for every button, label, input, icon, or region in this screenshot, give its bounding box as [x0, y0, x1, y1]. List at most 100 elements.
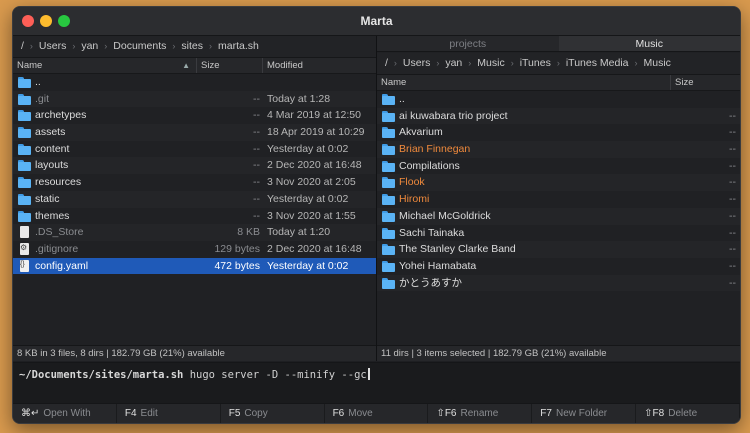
table-row[interactable]: resources -- 3 Nov 2020 at 2:05	[13, 174, 376, 191]
fkey-edit-button[interactable]: F4 Edit	[117, 404, 221, 423]
breadcrumb-item[interactable]: sites	[181, 40, 203, 52]
folder-icon	[382, 227, 395, 239]
breadcrumb-item[interactable]: iTunes Media	[566, 57, 629, 69]
chevron-right-icon: ›	[72, 41, 76, 51]
table-row[interactable]: ai kuwabara trio project --	[377, 107, 740, 125]
breadcrumb-item[interactable]: Users	[39, 40, 66, 52]
breadcrumb-item[interactable]: Users	[403, 57, 430, 69]
tab-projects[interactable]: projects	[377, 36, 559, 52]
chevron-right-icon: ›	[436, 58, 440, 68]
breadcrumb-item[interactable]: Music	[644, 57, 671, 69]
file-name: Michael McGoldrick	[399, 209, 491, 222]
folder-body	[18, 212, 31, 222]
folder-icon	[382, 277, 395, 289]
file-name: archetypes	[35, 109, 87, 122]
table-row[interactable]: .gitignore 129 bytes 2 Dec 2020 at 16:48	[13, 240, 376, 258]
table-row[interactable]: .DS_Store 8 KB Today at 1:20	[13, 224, 376, 241]
column-size-header[interactable]: Size	[671, 75, 740, 90]
fkey-move-button[interactable]: F6 Move	[325, 404, 429, 423]
table-row[interactable]: static -- Yesterday at 0:02	[13, 190, 376, 208]
column-name-label: Name	[381, 77, 407, 88]
file-modified: Yesterday at 0:02	[267, 142, 349, 155]
table-row[interactable]: Sachi Tainaka --	[377, 225, 740, 242]
folder-icon	[18, 110, 31, 122]
tab-music[interactable]: Music	[558, 36, 740, 52]
table-row[interactable]: config.yaml 472 bytes Yesterday at 0:02	[13, 257, 376, 275]
table-row[interactable]: Flook --	[377, 174, 740, 192]
table-row[interactable]: Brian Finnegan --	[377, 141, 740, 158]
column-modified-header[interactable]: Modified	[263, 58, 376, 73]
fkey-shortcut: F7	[540, 408, 552, 419]
column-name-header[interactable]: Name ▲	[13, 58, 197, 73]
column-size-header[interactable]: Size	[197, 58, 263, 73]
table-row[interactable]: Yohei Hamabata --	[377, 258, 740, 275]
table-row[interactable]: Compilations --	[377, 158, 740, 175]
console-input[interactable]: ~/Documents/sites/marta.sh hugo server -…	[19, 368, 370, 381]
table-row[interactable]: Michael McGoldrick --	[377, 207, 740, 225]
breadcrumb-item[interactable]: yan	[445, 57, 462, 69]
yaml-file-icon	[18, 257, 31, 273]
fkey-open-with-button[interactable]: ⌘↵ Open With	[13, 404, 117, 423]
folder-icon	[18, 210, 31, 222]
table-row[interactable]: かとうあすか --	[377, 274, 740, 292]
fkey-label: Move	[348, 408, 373, 419]
table-row[interactable]: Hiromi --	[377, 191, 740, 208]
chevron-right-icon: ›	[393, 58, 397, 68]
file-size: --	[253, 209, 260, 222]
file-size: 472 bytes	[214, 259, 260, 272]
sort-up-icon: ▲	[182, 61, 190, 70]
title-bar[interactable]: Marta	[13, 7, 740, 36]
chevron-right-icon: ›	[468, 58, 472, 68]
folder-icon	[382, 244, 395, 256]
table-row[interactable]: The Stanley Clarke Band --	[377, 241, 740, 258]
table-row[interactable]: assets -- 18 Apr 2019 at 10:29	[13, 124, 376, 141]
folder-body	[18, 145, 31, 155]
table-row[interactable]: ..	[377, 91, 740, 108]
breadcrumb-item[interactable]: marta.sh	[218, 40, 259, 52]
file-name: Yohei Hamabata	[399, 259, 477, 272]
breadcrumb-item[interactable]: /	[21, 40, 24, 52]
breadcrumb-item[interactable]: /	[385, 57, 388, 69]
column-name-label: Name	[17, 60, 43, 71]
console[interactable]: ~/Documents/sites/marta.sh hugo server -…	[13, 362, 740, 403]
table-row[interactable]: archetypes -- 4 Mar 2019 at 12:50	[13, 107, 376, 124]
file-name: content	[35, 142, 70, 155]
file-name: assets	[35, 126, 66, 139]
fkey-label: Open With	[43, 408, 91, 419]
table-row[interactable]: Akvarium --	[377, 124, 740, 141]
breadcrumb-item[interactable]: Documents	[113, 40, 166, 52]
folder-body	[18, 179, 31, 189]
file-name: .git	[35, 92, 50, 105]
left-pane[interactable]: / › Users › yan › Documents › sites › marta.sh Nam…	[13, 36, 376, 361]
document-shape	[20, 226, 29, 239]
fkey-copy-button[interactable]: F5 Copy	[221, 404, 325, 423]
breadcrumb-item[interactable]: Music	[477, 57, 504, 69]
chevron-right-icon: ›	[510, 58, 514, 68]
fkey-new-folder-button[interactable]: F7 New Folder	[532, 404, 637, 423]
right-pane[interactable]: projects Music / › Users › yan › Music › iTunes ›…	[377, 36, 740, 361]
file-name: themes	[35, 209, 70, 222]
folder-body	[382, 212, 395, 222]
fkey-shortcut: F4	[124, 408, 137, 419]
fkey-delete-button[interactable]: ⇧F8 Delete	[636, 404, 740, 423]
left-column-headers: Name ▲ Size Modified	[13, 58, 376, 74]
folder-icon	[382, 177, 395, 189]
table-row[interactable]: ..	[13, 74, 376, 91]
right-file-list[interactable]: .. ai kuwabara trio project -- Akvarium -- Br…	[377, 91, 740, 292]
left-breadcrumb: / › Users › yan › Documents › sites › marta.sh	[13, 36, 376, 58]
table-row[interactable]: content -- Yesterday at 0:02	[13, 141, 376, 158]
table-row[interactable]: themes -- 3 Nov 2020 at 1:55	[13, 208, 376, 225]
file-modified: Today at 1:28	[267, 92, 331, 105]
file-size: --	[729, 276, 736, 289]
fkey-rename-button[interactable]: ⇧F6 Rename	[428, 404, 533, 423]
folder-body	[382, 162, 395, 172]
column-name-header[interactable]: Name	[377, 75, 671, 90]
file-size: --	[729, 259, 736, 272]
table-row[interactable]: layouts -- 2 Dec 2020 at 16:48	[13, 157, 376, 175]
table-row[interactable]: .git -- Today at 1:28	[13, 90, 376, 108]
file-size: --	[729, 226, 736, 239]
breadcrumb-item[interactable]: iTunes	[520, 57, 551, 69]
file-size: --	[729, 143, 736, 156]
breadcrumb-item[interactable]: yan	[81, 40, 98, 52]
left-file-list[interactable]: .. .git -- Today at 1:28 archetypes -- 4 Mar 2…	[13, 74, 376, 275]
